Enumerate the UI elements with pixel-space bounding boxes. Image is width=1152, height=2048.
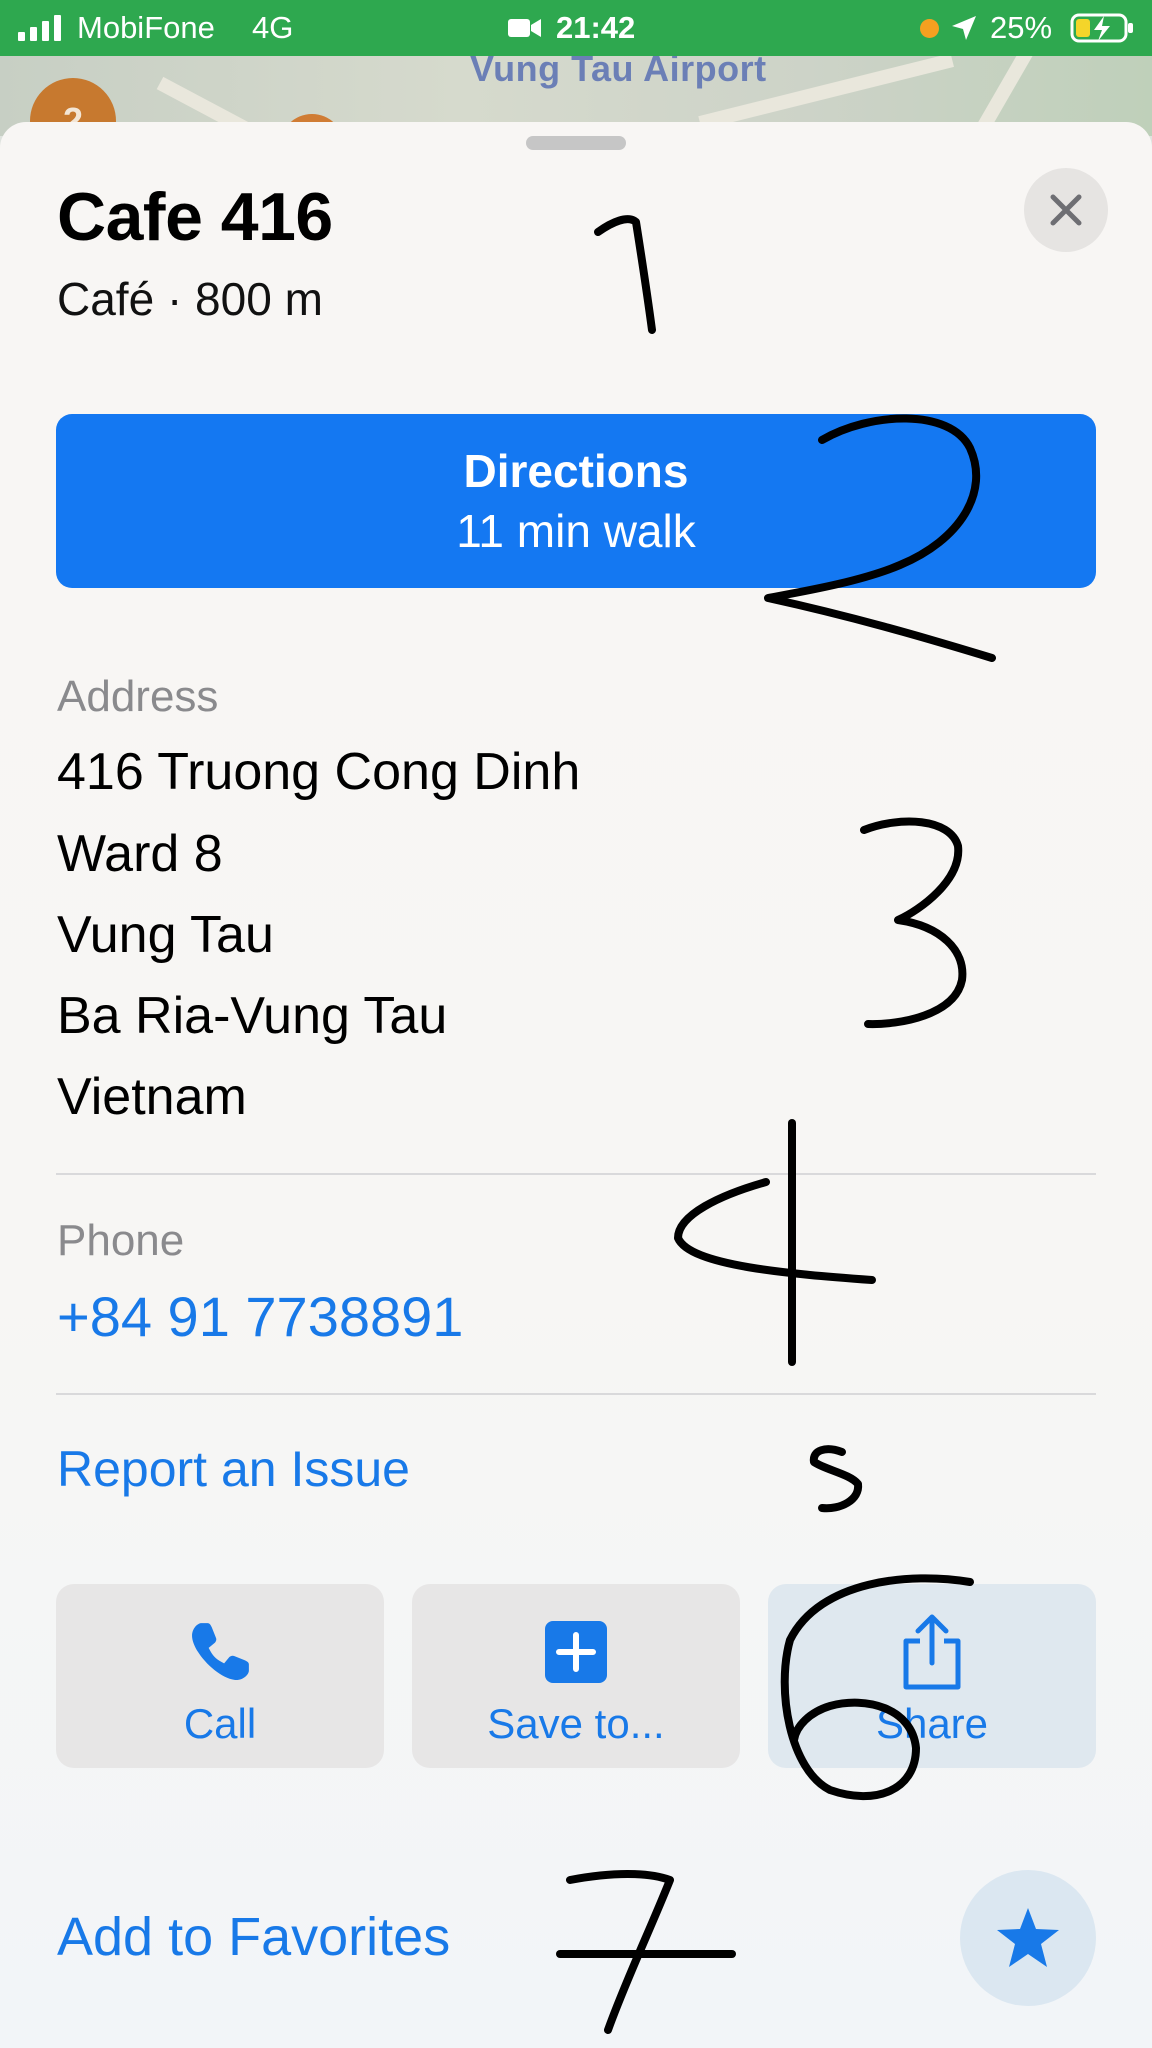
close-button[interactable]	[1024, 168, 1108, 252]
video-camera-icon	[508, 0, 542, 56]
signal-strength-icon	[18, 0, 61, 56]
address-line[interactable]: Ba Ria-Vung Tau	[57, 986, 447, 1046]
plus-icon	[545, 1621, 607, 1683]
star-icon	[997, 1908, 1059, 1967]
carrier-name: MobiFone	[77, 10, 215, 45]
location-arrow-icon	[950, 0, 978, 56]
address-line[interactable]: 416 Truong Cong Dinh	[57, 742, 580, 802]
divider	[56, 1173, 1096, 1175]
share-label: Share	[875, 1700, 989, 1747]
place-subtitle: Café · 800 m	[57, 273, 323, 325]
divider	[56, 1393, 1096, 1395]
call-label: Call	[183, 1700, 257, 1747]
map-place-label: Vung Tau Airport	[470, 56, 767, 89]
battery-charging-icon	[1070, 0, 1136, 56]
battery-percentage: 25%	[990, 10, 1053, 45]
save-to-button[interactable]: Save to...	[412, 1584, 740, 1768]
address-line[interactable]: Vung Tau	[57, 905, 274, 965]
save-to-label: Save to...	[487, 1700, 665, 1747]
favorite-star-button[interactable]	[960, 1870, 1096, 2006]
place-card-sheet: Cafe 416 Café · 800 m Directions 11 min …	[0, 122, 1152, 2048]
place-title: Cafe 416	[57, 179, 333, 255]
directions-travel-time: 11 min walk	[456, 505, 696, 557]
directions-button[interactable]: Directions 11 min walk	[56, 414, 1096, 588]
address-line[interactable]: Vietnam	[57, 1067, 247, 1127]
report-issue-link[interactable]: Report an Issue	[57, 1440, 410, 1498]
address-label: Address	[57, 672, 219, 721]
share-button[interactable]: Share	[768, 1584, 1096, 1768]
add-to-favorites-link[interactable]: Add to Favorites	[57, 1906, 450, 1968]
network-type: 4G	[252, 10, 294, 45]
share-icon	[903, 1614, 961, 1690]
phone-number-link[interactable]: +84 91 7738891	[57, 1284, 463, 1349]
status-bar: MobiFone 4G 21:42 25%	[0, 0, 1152, 56]
phone-label: Phone	[57, 1216, 185, 1265]
clock-time: 21:42	[556, 10, 636, 45]
sheet-grabber[interactable]	[526, 136, 626, 150]
mic-indicator-icon	[920, 0, 939, 56]
call-button[interactable]: Call	[56, 1584, 384, 1768]
close-icon	[1050, 194, 1082, 226]
address-line[interactable]: Ward 8	[57, 824, 223, 884]
phone-icon	[192, 1623, 249, 1680]
directions-label: Directions	[463, 445, 689, 497]
